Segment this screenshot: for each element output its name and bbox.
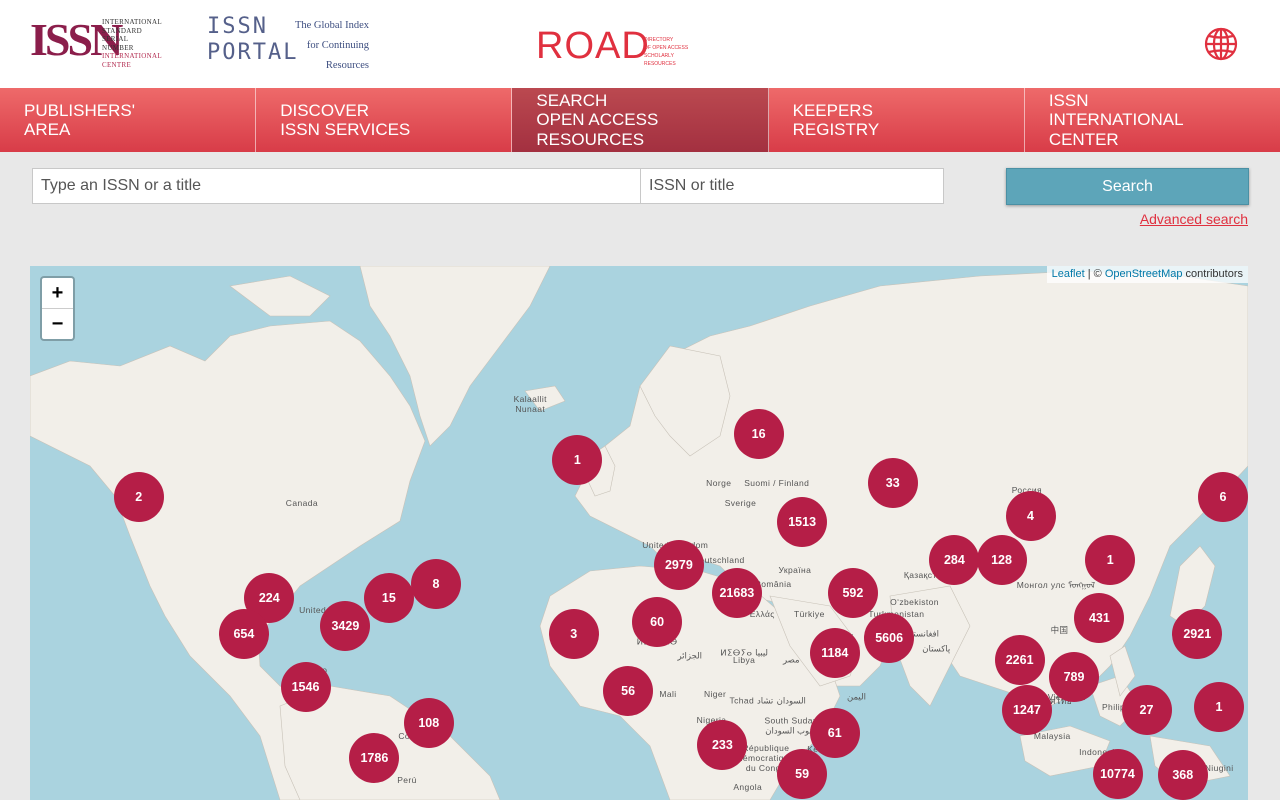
map-cluster-marker[interactable]: 592 (827, 568, 878, 619)
map-place-label: O‘zbekiston (890, 596, 939, 607)
map-cluster-marker[interactable]: 128 (976, 535, 1027, 586)
map-cluster-marker[interactable]: 6 (1198, 471, 1248, 522)
portal-logo-tagline: The Global Index for Continuing Resource… (294, 20, 369, 71)
map-land-layer (30, 266, 1248, 800)
nav-issn-international-center[interactable]: ISSN INTERNATIONAL CENTER (1025, 88, 1280, 152)
map-place-label: Suomi / Finland (744, 477, 810, 488)
main-navigation: PUBLISHERS' AREA DISCOVER ISSN SERVICES … (0, 88, 1280, 152)
attribution-separator: | © (1084, 268, 1105, 280)
map-cluster-marker[interactable]: 1546 (280, 662, 331, 713)
map-cluster-marker[interactable]: 368 (1157, 750, 1208, 800)
map-cluster-marker[interactable]: 1 (552, 434, 603, 485)
map-cluster-marker[interactable]: 27 (1121, 685, 1172, 736)
map-place-label: Norge (706, 477, 732, 488)
map-place-label: Libya (732, 654, 756, 665)
map-place-label: Україна (778, 565, 812, 576)
issn-logo[interactable]: ISSN INTERNATIONAL STANDARD SERIAL NUMBE… (30, 16, 190, 69)
attribution-suffix: contributors (1182, 268, 1243, 280)
search-field-select[interactable] (640, 168, 944, 204)
map-cluster-marker[interactable]: 59 (777, 749, 828, 800)
map-cluster-marker[interactable]: 10774 (1092, 749, 1143, 800)
map-cluster-marker[interactable]: 16 (733, 408, 784, 459)
map-cluster-marker[interactable]: 61 (809, 707, 860, 758)
zoom-control: + − (40, 276, 75, 341)
leaflet-link[interactable]: Leaflet (1052, 268, 1085, 280)
map-place-label: Mali (659, 689, 677, 700)
map-place-label: Монгол улс ᠮᠣᠩᠭᠣᠯ (1016, 580, 1096, 591)
map-place-label: اليمن (847, 691, 866, 702)
map-place-label: مصر (782, 654, 800, 665)
map-cluster-marker[interactable]: 21683 (711, 568, 762, 619)
nav-search-open-access-resources[interactable]: SEARCH OPEN ACCESS RESOURCES (512, 88, 769, 152)
map-place-label: السودان (776, 695, 806, 706)
nav-keepers-registry[interactable]: KEEPERS REGISTRY (769, 88, 1025, 152)
map-cluster-marker[interactable]: 8 (411, 559, 461, 610)
map-cluster-marker[interactable]: 5606 (864, 612, 915, 663)
issn-logo-subtitle: INTERNATIONAL STANDARD SERIAL NUMBER INT… (102, 18, 162, 69)
search-query-input[interactable] (32, 168, 641, 204)
map-cluster-marker[interactable]: 654 (218, 609, 269, 660)
map-cluster-marker[interactable]: 2979 (653, 540, 704, 591)
map-cluster-marker[interactable]: 3 (548, 609, 599, 660)
issn-portal-logo[interactable]: ISSN PORTAL The Global Index for Continu… (207, 14, 377, 72)
map-place-label: Sverige (724, 498, 757, 509)
map-place-label: Türkiye (794, 609, 825, 620)
map-cluster-marker[interactable]: 2 (113, 471, 164, 522)
advanced-search-link[interactable]: Advanced search (1140, 211, 1248, 227)
map-cluster-marker[interactable]: 56 (603, 665, 654, 716)
map-place-label: Niger (703, 689, 727, 700)
map-place-label: Tchad تشاد (729, 695, 774, 706)
portal-logo-word: ISSN PORTAL (207, 14, 299, 65)
world-map[interactable]: Kalaallit NunaatCanadaUnited StatesMéxic… (30, 266, 1248, 800)
map-attribution: Leaflet | © OpenStreetMap contributors (1046, 266, 1248, 283)
map-place-label: پاکستان (922, 643, 951, 654)
map-place-label: Kalaallit Nunaat (513, 393, 547, 414)
map-place-label: 中国 (1050, 625, 1069, 636)
map-cluster-marker[interactable]: 1513 (777, 497, 828, 548)
road-logo[interactable]: ROAD DIRECTORY OF OPEN ACCESS SCHOLARLY … (536, 18, 716, 70)
map-cluster-marker[interactable]: 1184 (809, 627, 860, 678)
map-place-label: Canada (285, 498, 318, 509)
map-place-label: Malaysia (1033, 730, 1071, 741)
map-cluster-marker[interactable]: 2921 (1172, 609, 1223, 660)
zoom-in-button[interactable]: + (42, 278, 73, 309)
nav-publishers-area[interactable]: PUBLISHERS' AREA (0, 88, 257, 152)
map-cluster-marker[interactable]: 33 (867, 457, 918, 508)
map-cluster-marker[interactable]: 108 (403, 698, 454, 749)
map-cluster-marker[interactable]: 2261 (994, 634, 1045, 685)
nav-discover-issn-services[interactable]: DISCOVER ISSN SERVICES (256, 88, 513, 152)
map-cluster-marker[interactable]: 1 (1194, 682, 1244, 733)
search-button[interactable]: Search (1006, 168, 1249, 205)
map-place-label: Angola (733, 781, 763, 792)
map-place-label: Perú (397, 775, 417, 786)
map-cluster-marker[interactable]: 4 (1005, 490, 1056, 541)
map-cluster-marker[interactable]: 1247 (1001, 685, 1052, 736)
map-place-label: الجزائر (677, 650, 703, 661)
globe-icon[interactable] (1204, 27, 1238, 61)
openstreetmap-link[interactable]: OpenStreetMap (1105, 268, 1183, 280)
map-cluster-marker[interactable]: 15 (363, 572, 414, 623)
road-logo-word: ROAD (536, 25, 650, 67)
zoom-out-button[interactable]: − (42, 309, 73, 339)
road-logo-tagline: DIRECTORY OF OPEN ACCESS SCHOLARLY RESOU… (644, 37, 689, 67)
site-header: ISSN INTERNATIONAL STANDARD SERIAL NUMBE… (0, 0, 1280, 88)
map-cluster-marker[interactable]: 789 (1049, 652, 1099, 703)
